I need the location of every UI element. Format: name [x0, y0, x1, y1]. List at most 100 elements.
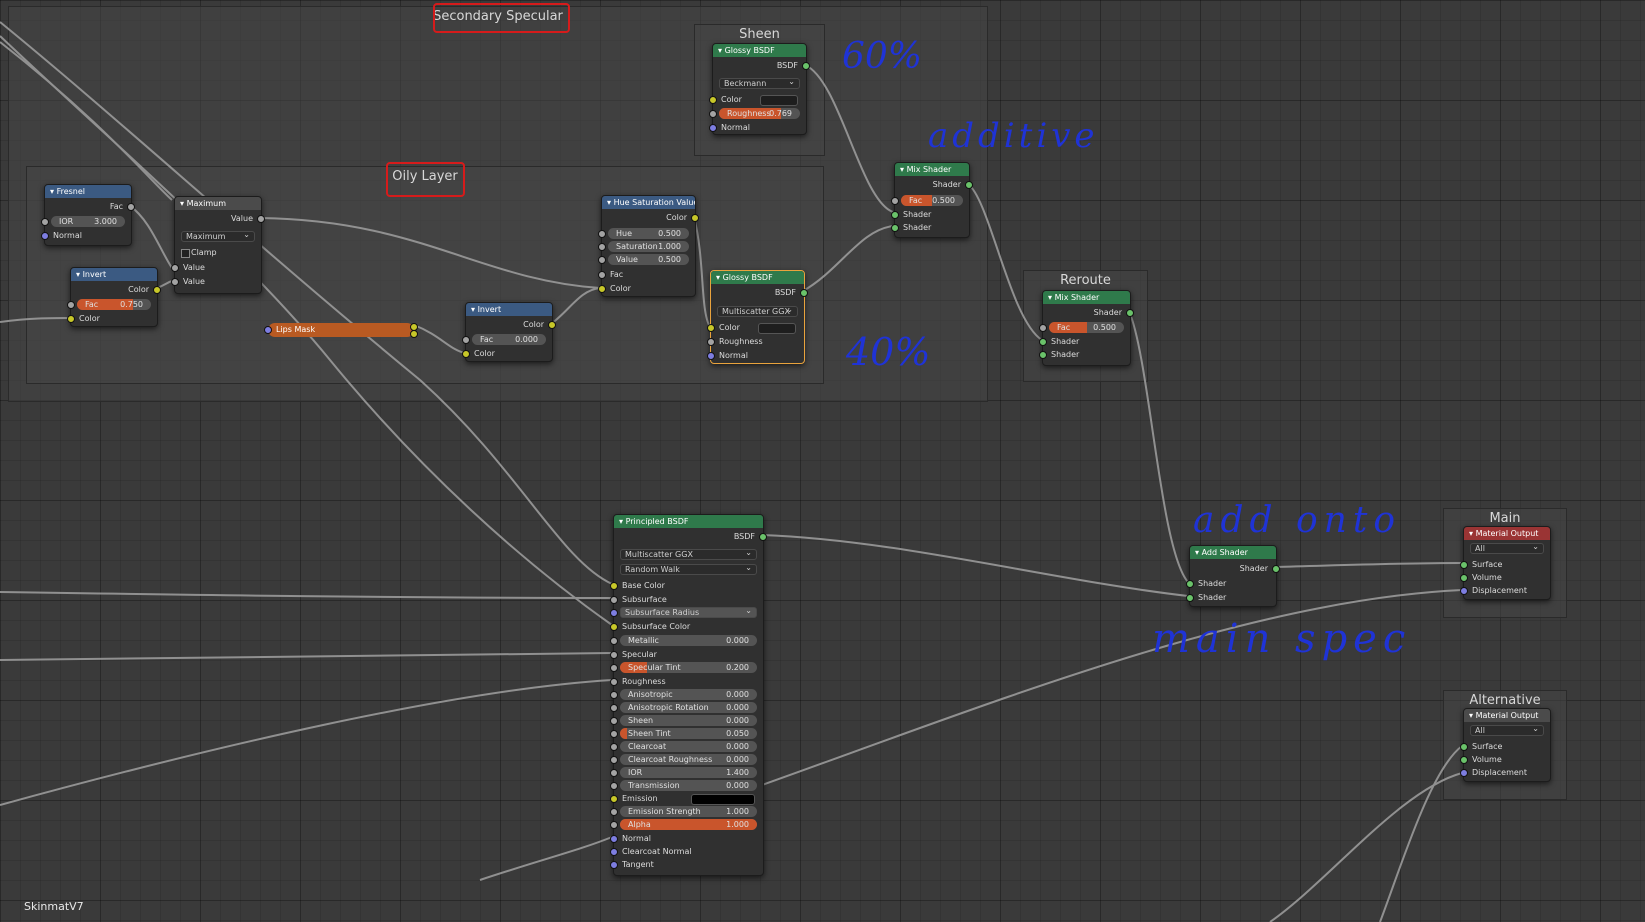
output-socket[interactable]	[965, 181, 973, 189]
node-add-shader[interactable]: Add Shader Shader Shader Shader	[1186, 545, 1280, 607]
distribution-dropdown[interactable]: Multiscatter GGX	[620, 548, 757, 560]
input-socket[interactable]	[1186, 594, 1194, 602]
input-socket[interactable]	[891, 197, 899, 205]
input-socket[interactable]	[891, 211, 899, 219]
output-socket[interactable]	[127, 203, 135, 211]
clearcoat-roughness-field[interactable]: Clearcoat Roughness 0.000	[620, 754, 757, 765]
color-swatch[interactable]	[758, 323, 796, 334]
input-socket[interactable]	[462, 350, 470, 358]
input-socket[interactable]	[598, 271, 606, 279]
node-hue-saturation-value[interactable]: Hue Saturation Value Color Hue 0.500 Satu…	[598, 195, 699, 297]
input-socket[interactable]	[610, 678, 618, 686]
input-socket[interactable]	[610, 596, 618, 604]
input-socket[interactable]	[610, 704, 618, 712]
target-dropdown[interactable]: All	[1470, 724, 1544, 736]
input-socket[interactable]	[610, 835, 618, 843]
operation-dropdown[interactable]: Maximum	[181, 230, 255, 242]
color-swatch[interactable]	[760, 95, 798, 106]
input-socket[interactable]	[707, 338, 715, 346]
node-principled-bsdf[interactable]: Principled BSDF BSDF Multiscatter GGX Ra…	[610, 514, 767, 876]
input-socket[interactable]	[1039, 338, 1047, 346]
input-socket[interactable]	[610, 609, 618, 617]
distribution-dropdown[interactable]: Multiscatter GGX	[717, 305, 798, 317]
input-socket[interactable]	[610, 651, 618, 659]
ior-field[interactable]: IOR 1.400	[620, 767, 757, 778]
input-socket[interactable]	[610, 717, 618, 725]
alpha-field[interactable]: Alpha 1.000	[620, 819, 757, 830]
node-mix-shader-1[interactable]: Mix Shader Shader Fac 0.500 Shader Shader	[891, 162, 973, 238]
saturation-field[interactable]: Saturation 1.000	[608, 241, 689, 252]
input-socket[interactable]	[707, 324, 715, 332]
node-material-output-main[interactable]: Material Output All Surface Volume Displ…	[1460, 526, 1551, 600]
output-socket[interactable]	[257, 215, 265, 223]
input-socket[interactable]	[1460, 574, 1468, 582]
input-socket[interactable]	[1460, 587, 1468, 595]
input-socket[interactable]	[709, 96, 717, 104]
metallic-field[interactable]: Metallic 0.000	[620, 635, 757, 646]
value-field[interactable]: Value 0.500	[608, 254, 689, 265]
anisotropic-field[interactable]: Anisotropic 0.000	[620, 689, 757, 700]
input-socket[interactable]	[707, 352, 715, 360]
fac-field[interactable]: Fac 0.500	[901, 195, 963, 206]
input-socket[interactable]	[709, 110, 717, 118]
input-socket[interactable]	[1186, 580, 1194, 588]
node-invert-2[interactable]: Invert Color Fac 0.000 Color	[462, 302, 556, 362]
subsurface-radius-field[interactable]: Subsurface Radius	[620, 606, 757, 618]
input-socket[interactable]	[171, 264, 179, 272]
input-socket[interactable]	[1460, 756, 1468, 764]
input-socket[interactable]	[610, 623, 618, 631]
distribution-dropdown[interactable]: Beckmann	[719, 77, 800, 89]
input-socket[interactable]	[610, 861, 618, 869]
target-dropdown[interactable]: All	[1470, 542, 1544, 554]
output-socket[interactable]	[1272, 565, 1280, 573]
input-socket[interactable]	[598, 230, 606, 238]
input-socket[interactable]	[610, 848, 618, 856]
anisotropic-rotation-field[interactable]: Anisotropic Rotation 0.000	[620, 702, 757, 713]
fac-field[interactable]: Fac 0.000	[472, 334, 546, 345]
output-socket[interactable]	[548, 321, 556, 329]
input-socket[interactable]	[462, 336, 470, 344]
node-fresnel[interactable]: Fresnel Fac IOR 3.000 Normal	[41, 184, 135, 246]
input-socket[interactable]	[598, 243, 606, 251]
emission-strength-field[interactable]: Emission Strength 1.000	[620, 806, 757, 817]
input-socket[interactable]	[171, 278, 179, 286]
input-socket[interactable]	[1039, 351, 1047, 359]
roughness-field[interactable]: Roughness 0.769	[719, 108, 800, 119]
input-socket[interactable]	[610, 637, 618, 645]
input-socket[interactable]	[1460, 769, 1468, 777]
input-socket[interactable]	[610, 691, 618, 699]
hue-field[interactable]: Hue 0.500	[608, 228, 689, 239]
input-socket[interactable]	[610, 582, 618, 590]
subsurface-method-dropdown[interactable]: Random Walk	[620, 563, 757, 575]
input-socket[interactable]	[610, 808, 618, 816]
input-socket[interactable]	[610, 795, 618, 803]
sheen-field[interactable]: Sheen 0.000	[620, 715, 757, 726]
output-socket[interactable]	[802, 62, 810, 70]
input-socket[interactable]	[610, 664, 618, 672]
input-socket[interactable]	[41, 218, 49, 226]
input-socket[interactable]	[610, 821, 618, 829]
node-lips-mask[interactable]: Lips Mask	[264, 323, 418, 338]
ior-field[interactable]: IOR 3.000	[51, 216, 125, 227]
input-socket[interactable]	[610, 743, 618, 751]
node-glossy-bsdf-oily[interactable]: Glossy BSDF BSDF Multiscatter GGX Color …	[707, 270, 808, 364]
input-socket[interactable]	[67, 301, 75, 309]
fac-field[interactable]: Fac 0.750	[77, 299, 151, 310]
input-socket[interactable]	[1039, 324, 1047, 332]
node-material-output-alternative[interactable]: Material Output All Surface Volume Displ…	[1460, 708, 1551, 782]
node-invert-1[interactable]: Invert Color Fac 0.750 Color	[67, 267, 161, 327]
input-socket[interactable]	[610, 769, 618, 777]
input-socket[interactable]	[598, 285, 606, 293]
output-socket[interactable]	[759, 533, 767, 541]
output-socket[interactable]	[691, 214, 699, 222]
input-socket[interactable]	[891, 224, 899, 232]
clearcoat-field[interactable]: Clearcoat 0.000	[620, 741, 757, 752]
output-socket[interactable]	[800, 289, 808, 297]
input-socket[interactable]	[598, 256, 606, 264]
input-socket[interactable]	[610, 756, 618, 764]
transmission-field[interactable]: Transmission 0.000	[620, 780, 757, 791]
output-socket[interactable]	[410, 330, 418, 338]
node-glossy-bsdf-sheen[interactable]: Glossy BSDF BSDF Beckmann Color Roughnes…	[709, 43, 810, 135]
input-socket[interactable]	[610, 730, 618, 738]
node-maximum[interactable]: Maximum Value Maximum Clamp Value Value	[171, 196, 265, 294]
